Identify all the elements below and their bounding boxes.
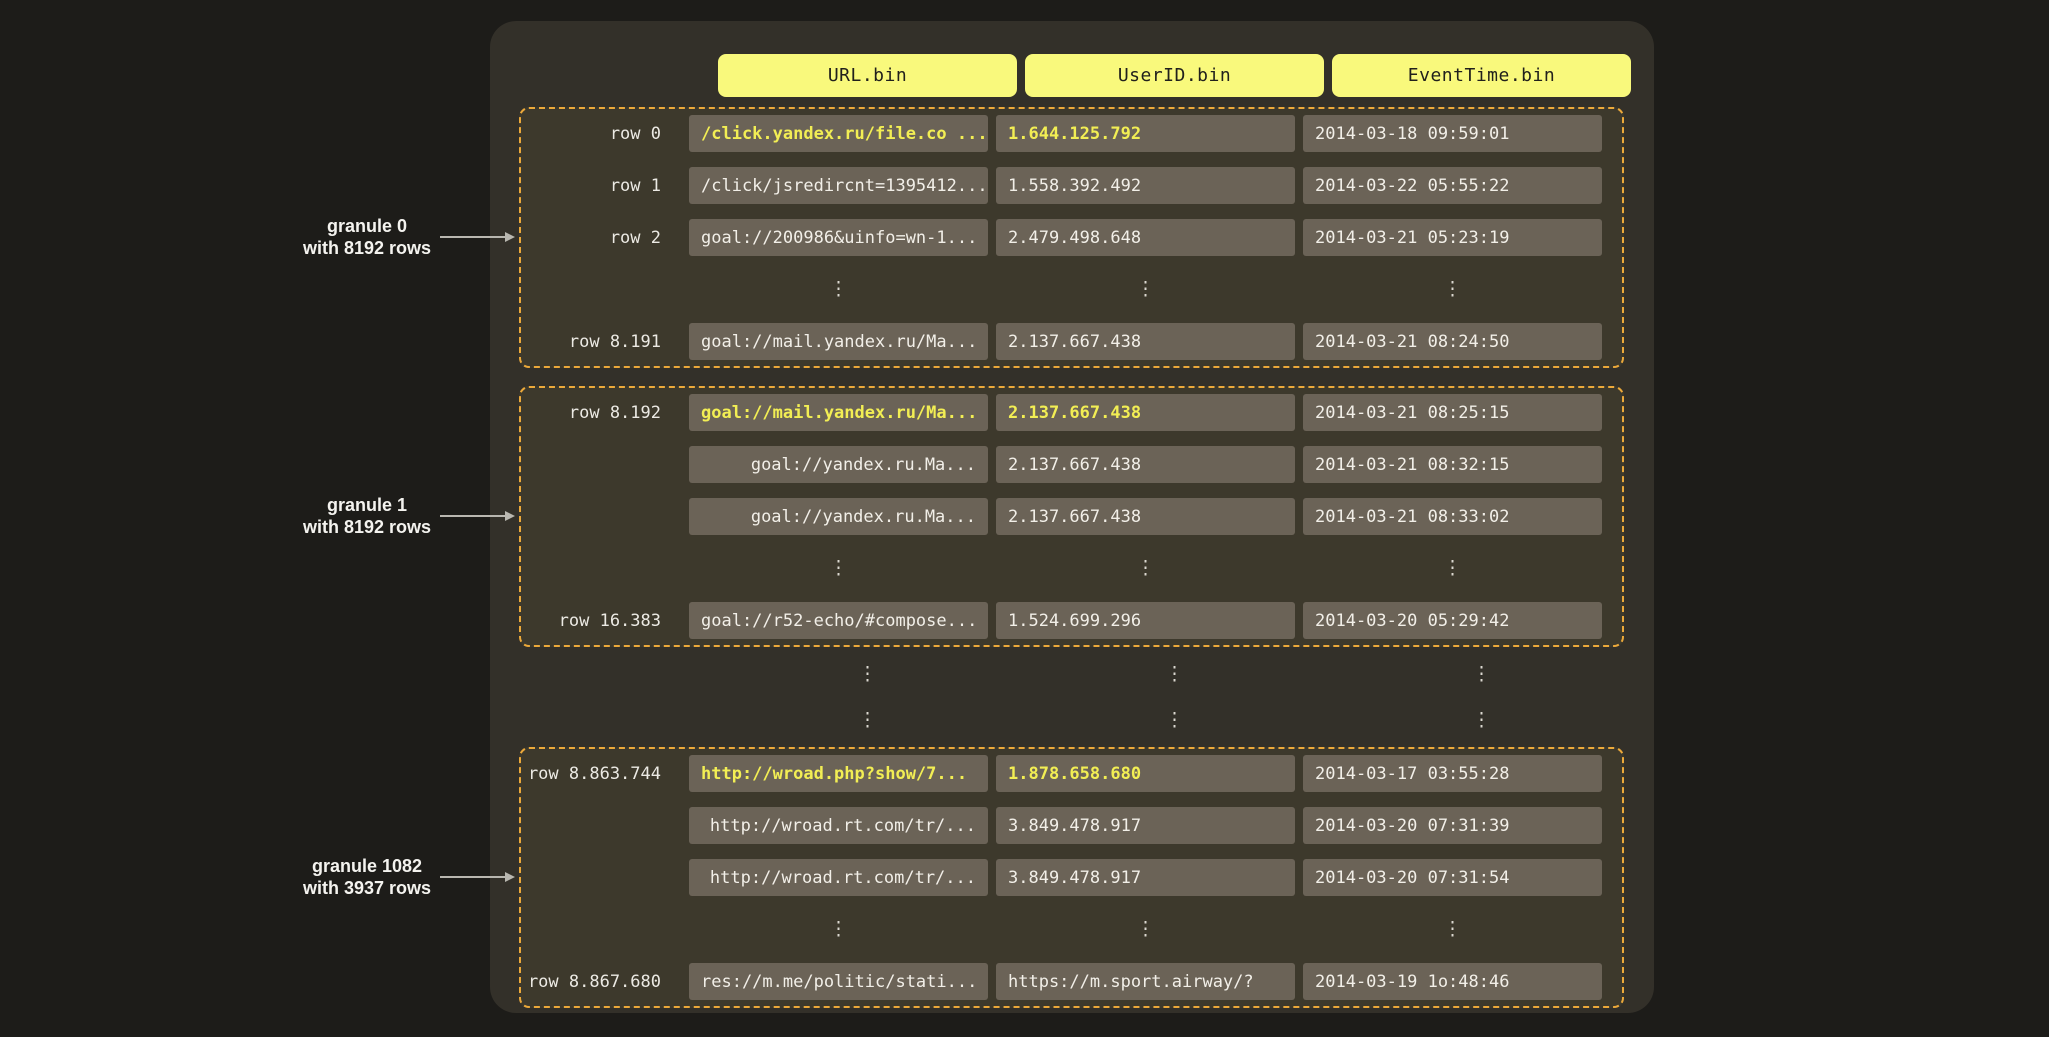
ellipsis: ⋮	[1303, 280, 1602, 299]
cell-eventtime: 2014-03-20 07:31:39	[1303, 807, 1602, 844]
cell-eventtime: 2014-03-21 05:23:19	[1303, 219, 1602, 256]
granule-name: granule 0	[237, 215, 497, 237]
row-label: row 8.191	[521, 332, 681, 352]
row-label: row 1	[521, 176, 681, 196]
diagram-panel: URL.bin UserID.bin EventTime.bin row 0/c…	[490, 21, 1654, 1013]
column-headers: URL.bin UserID.bin EventTime.bin	[519, 54, 1654, 97]
cell-eventtime: 2014-03-21 08:24:50	[1303, 323, 1602, 360]
ellipsis: ⋮	[996, 559, 1295, 578]
row-label: row 16.383	[521, 611, 681, 631]
ellipsis: ⋮	[689, 559, 988, 578]
row-label: row 8.192	[521, 403, 681, 423]
cell-url: goal://yandex.ru.Ma...	[689, 498, 988, 535]
cell-eventtime: 2014-03-21 08:25:15	[1303, 394, 1602, 431]
table-row: row 8.192 goal://mail.yandex.ru/Ma...2.13…	[521, 394, 1602, 431]
cell-userid: 2.137.667.438	[996, 446, 1295, 483]
granule-1082-arrow-icon	[440, 876, 506, 878]
ellipsis: ⋮	[1303, 559, 1602, 578]
cell-url: http://wroad.php?show/7...	[689, 755, 988, 792]
cell-eventtime: 2014-03-17 03:55:28	[1303, 755, 1602, 792]
cell-eventtime: 2014-03-21 08:33:02	[1303, 498, 1602, 535]
table-row: row 8.867.680 res://m.me/politic/stati...…	[521, 963, 1602, 1000]
row-label: row 2	[521, 228, 681, 248]
table-row: row 1/click/jsredircnt=1395412...1.558.3…	[521, 167, 1602, 204]
cell-userid: 3.849.478.917	[996, 807, 1295, 844]
granule-0-arrow-icon	[440, 236, 506, 238]
ellipsis-row: ⋮ ⋮ ⋮	[521, 550, 1602, 587]
table-row: http://wroad.rt.com/tr/...3.849.478.9172…	[521, 859, 1602, 896]
ellipsis: ⋮	[1303, 920, 1602, 939]
table-row: row 8.863.744 http://wroad.php?show/7...1…	[521, 755, 1602, 792]
table-row: row 0/click.yandex.ru/file.co ...1.644.1…	[521, 115, 1602, 152]
cell-userid: 2.479.498.648	[996, 219, 1295, 256]
table-row: http://wroad.rt.com/tr/...3.849.478.9172…	[521, 807, 1602, 844]
cell-url: goal://yandex.ru.Ma...	[689, 446, 988, 483]
table-row: goal://yandex.ru.Ma...2.137.667.4382014-…	[521, 446, 1602, 483]
cell-url: goal://mail.yandex.ru/Ma...	[689, 394, 988, 431]
cell-url: goal://r52-echo/#compose...	[689, 602, 988, 639]
cell-userid: 1.558.392.492	[996, 167, 1295, 204]
granule-rowcount: with 8192 rows	[237, 237, 497, 259]
granule-rowcount: with 8192 rows	[237, 516, 497, 538]
ellipsis: ⋮	[1025, 711, 1324, 730]
cell-eventtime: 2014-03-20 05:29:42	[1303, 602, 1602, 639]
granule-name: granule 1082	[237, 855, 497, 877]
ellipsis: ⋮	[996, 920, 1295, 939]
cell-userid: 2.137.667.438	[996, 498, 1295, 535]
ellipsis: ⋮	[689, 280, 988, 299]
cell-eventtime: 2014-03-20 07:31:54	[1303, 859, 1602, 896]
ellipsis: ⋮	[1332, 711, 1631, 730]
row-label: row 8.867.680	[521, 972, 681, 992]
cell-url: http://wroad.rt.com/tr/...	[689, 859, 988, 896]
ellipsis: ⋮	[689, 920, 988, 939]
ellipsis: ⋮	[1332, 665, 1631, 684]
cell-userid: 1.878.658.680	[996, 755, 1295, 792]
table-row: row 16.383 goal://r52-echo/#compose...1.5…	[521, 602, 1602, 639]
cell-url: res://m.me/politic/stati...	[689, 963, 988, 1000]
cell-userid: 2.137.667.438	[996, 323, 1295, 360]
ellipsis-row: ⋮ ⋮ ⋮	[521, 911, 1602, 948]
cell-url: /click.yandex.ru/file.co ...	[689, 115, 988, 152]
cell-url: /click/jsredircnt=1395412...	[689, 167, 988, 204]
granule-1-arrow-icon	[440, 515, 506, 517]
cell-userid: 1.644.125.792	[996, 115, 1295, 152]
ellipsis: ⋮	[1025, 665, 1324, 684]
granule-name: granule 1	[237, 494, 497, 516]
cell-userid: 2.137.667.438	[996, 394, 1295, 431]
cell-userid: 1.524.699.296	[996, 602, 1295, 639]
ellipsis: ⋮	[718, 711, 1017, 730]
column-header-url: URL.bin	[718, 54, 1017, 97]
cell-url: goal://mail.yandex.ru/Ma...	[689, 323, 988, 360]
cell-eventtime: 2014-03-22 05:55:22	[1303, 167, 1602, 204]
cell-userid: 3.849.478.917	[996, 859, 1295, 896]
column-header-userid: UserID.bin	[1025, 54, 1324, 97]
cell-eventtime: 2014-03-19 1o:48:46	[1303, 963, 1602, 1000]
cell-url: goal://200986&uinfo=wn-1...	[689, 219, 988, 256]
cell-url: http://wroad.rt.com/tr/...	[689, 807, 988, 844]
row-label: row 0	[521, 124, 681, 144]
granule-1-box: row 8.192goal://mail.yandex.ru/Ma...2.13…	[519, 386, 1624, 647]
table-row: row 2 goal://200986&uinfo=wn-1...2.479.49…	[521, 219, 1602, 256]
cell-eventtime: 2014-03-18 09:59:01	[1303, 115, 1602, 152]
column-header-eventtime: EventTime.bin	[1332, 54, 1631, 97]
cell-eventtime: 2014-03-21 08:32:15	[1303, 446, 1602, 483]
between-granules-ellipsis-row: ⋮ ⋮ ⋮	[519, 697, 1654, 743]
row-label: row 8.863.744	[521, 764, 681, 784]
cell-userid: https://m.sport.airway/?	[996, 963, 1295, 1000]
between-granules-ellipsis-row: ⋮ ⋮ ⋮	[519, 651, 1654, 697]
granule-1082-box: row 8.863.744 http://wroad.php?show/7...1…	[519, 747, 1624, 1008]
granule-0-box: row 0/click.yandex.ru/file.co ...1.644.1…	[519, 107, 1624, 368]
table-row: row 8.191 goal://mail.yandex.ru/Ma...2.13…	[521, 323, 1602, 360]
ellipsis: ⋮	[996, 280, 1295, 299]
ellipsis-row: ⋮ ⋮ ⋮	[521, 271, 1602, 308]
ellipsis: ⋮	[718, 665, 1017, 684]
table-row: goal://yandex.ru.Ma...2.137.667.4382014-…	[521, 498, 1602, 535]
granule-rowcount: with 3937 rows	[237, 877, 497, 899]
